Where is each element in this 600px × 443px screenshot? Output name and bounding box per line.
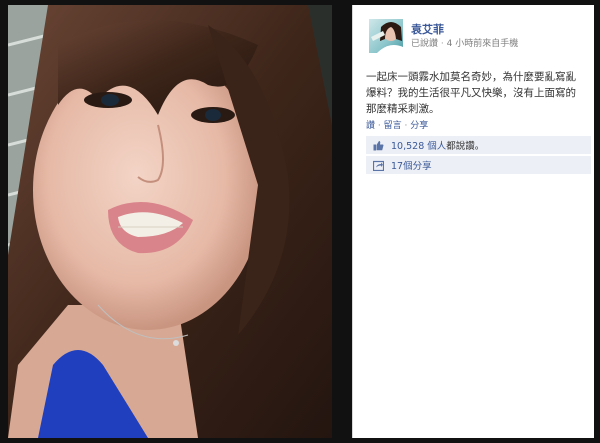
shares-count-link[interactable]: 17個分享	[391, 158, 432, 172]
comment-action[interactable]: 留言	[384, 121, 402, 131]
photo-image	[8, 5, 332, 438]
avatar-image	[371, 22, 403, 53]
like-action[interactable]: 讚	[366, 121, 375, 131]
post-header: 袁艾菲 已說讚 · 4 小時前來自手機	[369, 19, 586, 59]
likes-summary: 10,528 個人 都說讚。	[366, 136, 591, 154]
post-timestamp[interactable]: 4 小時前來自手機	[447, 39, 519, 49]
action-separator: ·	[401, 121, 411, 131]
post-text: 一起床一頭霧水加莫名奇妙，為什麼要亂寫亂爆料？我的生活很平凡又快樂，沒有上面寫的…	[366, 71, 576, 115]
photo-viewer: 袁艾菲 已說讚 · 4 小時前來自手機 一起床一頭霧水加莫名奇妙，為什麼要亂寫亂…	[0, 0, 600, 443]
post-photo[interactable]	[8, 5, 332, 438]
action-separator: ·	[375, 121, 384, 131]
post-meta: 已說讚 · 4 小時前來自手機	[411, 36, 518, 49]
thumbs-up-icon	[372, 139, 384, 151]
likes-suffix: 都說讚。	[446, 141, 485, 152]
page-name-link[interactable]: 袁艾菲	[411, 21, 444, 37]
page-avatar[interactable]	[369, 19, 403, 53]
shares-summary: 17個分享	[366, 156, 591, 174]
share-icon	[372, 159, 384, 171]
likes-count-link[interactable]: 10,528 個人	[391, 138, 446, 152]
post-actions: 讚 · 留言 · 分享	[366, 118, 428, 131]
post-panel: 袁艾菲 已說讚 · 4 小時前來自手機 一起床一頭霧水加莫名奇妙，為什麼要亂寫亂…	[352, 5, 594, 438]
like-page-link[interactable]: 已說讚	[411, 39, 438, 49]
share-action[interactable]: 分享	[410, 121, 428, 131]
